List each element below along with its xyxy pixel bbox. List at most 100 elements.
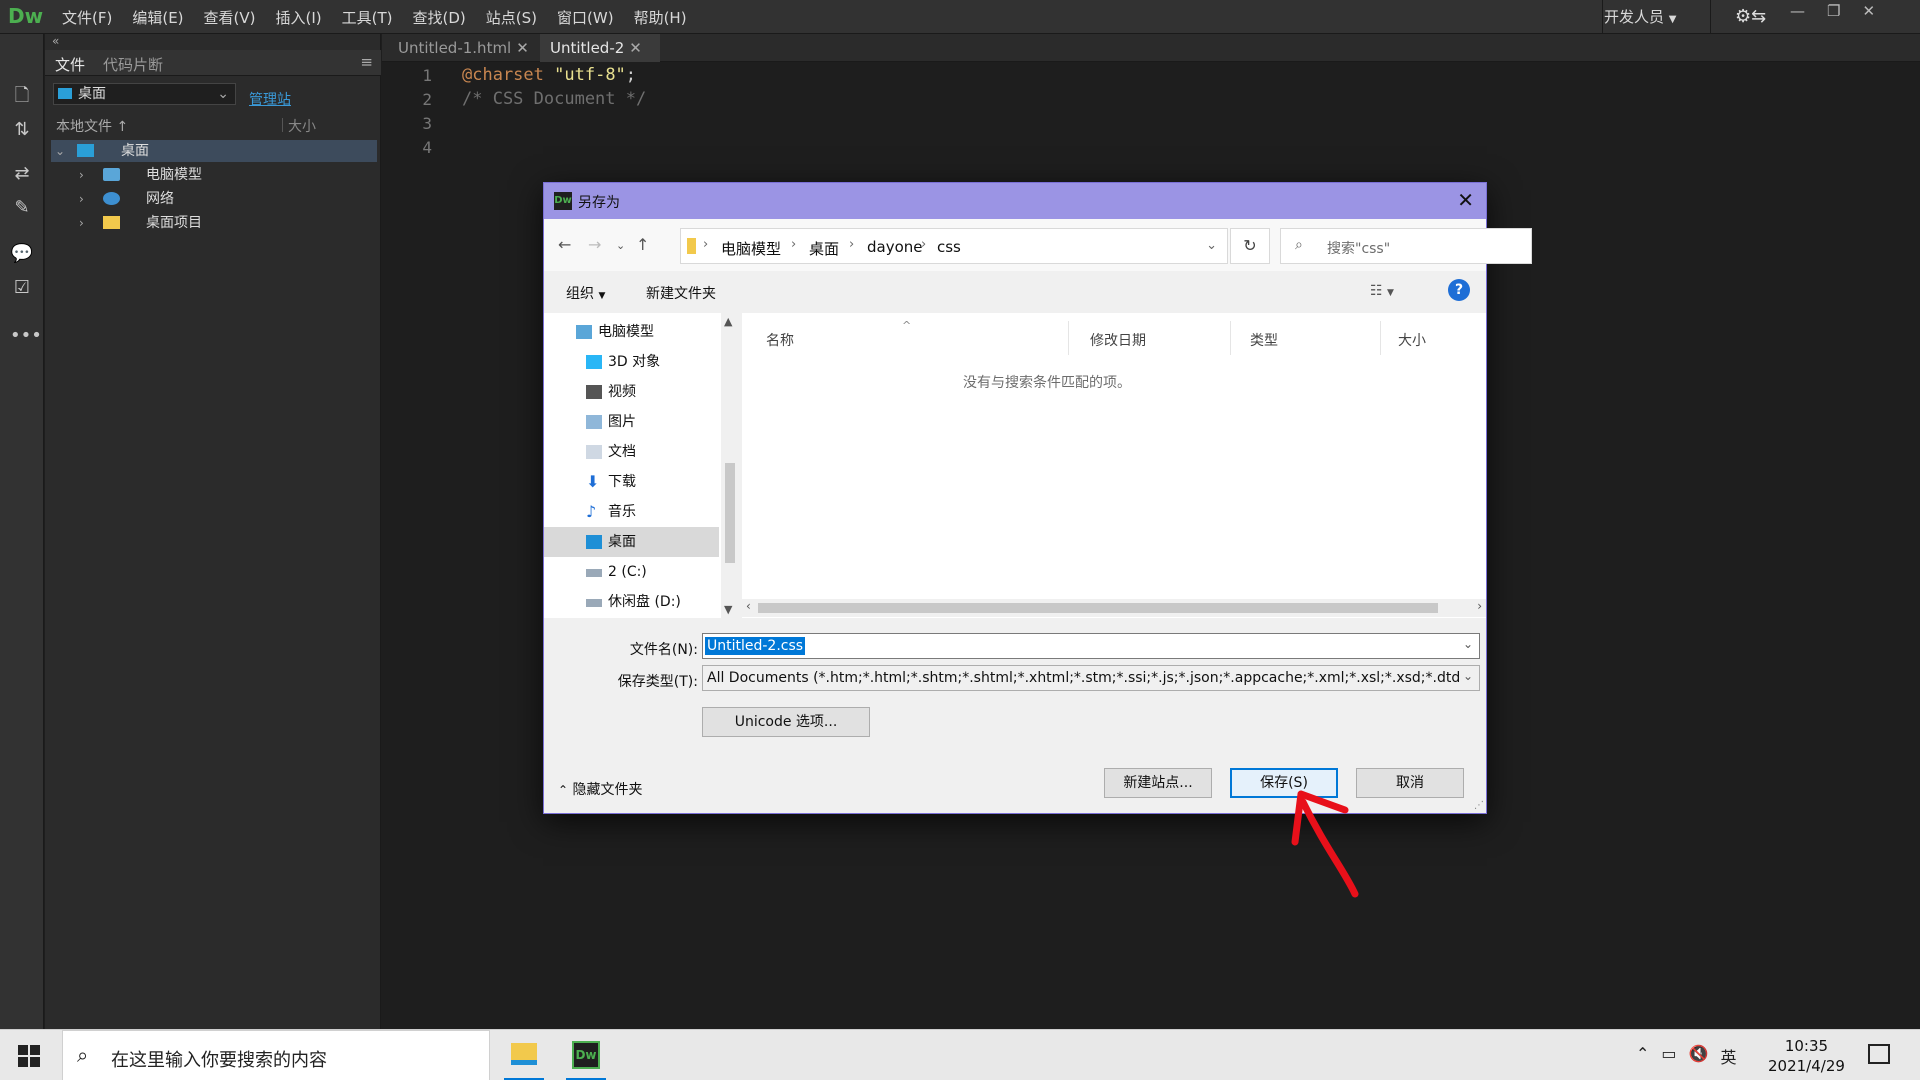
- tree-item-network[interactable]: › 网络: [51, 188, 377, 210]
- nav-item-3d-objects[interactable]: 3D 对象: [544, 347, 719, 377]
- workspace-selector[interactable]: 开发人员 ▼: [1604, 6, 1677, 27]
- validate-icon[interactable]: ☑: [10, 276, 34, 300]
- menu-view[interactable]: 查看(V): [194, 7, 266, 28]
- column-size[interactable]: 大小: [1398, 330, 1426, 350]
- chevron-down-icon[interactable]: ▼: [724, 603, 732, 616]
- nav-item-computer[interactable]: 电脑模型: [544, 317, 719, 347]
- new-site-button[interactable]: 新建站点...: [1104, 768, 1212, 798]
- minimize-icon[interactable]: —: [1790, 2, 1805, 20]
- column-name[interactable]: 名称: [766, 330, 794, 350]
- nav-item-desktop[interactable]: 桌面: [544, 527, 719, 557]
- menu-tools[interactable]: 工具(T): [332, 7, 403, 28]
- file-transfer-icon[interactable]: ⇅: [10, 118, 34, 142]
- windows-start-icon[interactable]: [18, 1045, 40, 1067]
- site-select[interactable]: 桌面 ⌄: [53, 83, 236, 105]
- tree-item-desktop[interactable]: ⌄ 桌面: [51, 140, 377, 162]
- scrollbar-thumb[interactable]: [725, 463, 735, 563]
- help-icon[interactable]: ?: [1448, 279, 1470, 301]
- restore-icon[interactable]: ❐: [1827, 2, 1840, 20]
- file-list[interactable]: ^ 名称 修改日期 类型 大小 没有与搜索条件匹配的项。: [742, 313, 1486, 618]
- file-list-horizontal-scrollbar[interactable]: ‹ ›: [742, 599, 1486, 617]
- file-explorer-icon[interactable]: [498, 1030, 550, 1080]
- comment-icon[interactable]: 💬: [10, 242, 34, 266]
- search-icon: ⌕: [1295, 237, 1303, 253]
- up-icon[interactable]: ↑: [636, 235, 649, 254]
- manage-sites-link[interactable]: 管理站: [249, 89, 291, 109]
- unicode-options-button[interactable]: Unicode 选项...: [702, 707, 870, 737]
- menu-site[interactable]: 站点(S): [476, 7, 547, 28]
- chevron-left-icon[interactable]: ‹: [746, 599, 751, 613]
- back-icon[interactable]: ←: [558, 235, 571, 254]
- sort-up-icon: ↑: [116, 119, 129, 135]
- nav-item-music[interactable]: ♪ 音乐: [544, 497, 719, 527]
- line-number: 4: [422, 138, 432, 157]
- chevron-right-icon[interactable]: ›: [1477, 599, 1482, 613]
- new-folder-button[interactable]: 新建文件夹: [646, 283, 716, 303]
- breadcrumb-dayone[interactable]: dayone: [867, 238, 923, 256]
- nav-item-drive-c[interactable]: 2 (C:): [544, 557, 719, 587]
- chevron-down-icon[interactable]: ⌄: [1463, 637, 1473, 651]
- search-input[interactable]: ⌕ 搜索"css": [1280, 228, 1532, 264]
- menu-file[interactable]: 文件(F): [52, 7, 122, 28]
- split-view-icon[interactable]: ⇄: [10, 162, 34, 186]
- column-type[interactable]: 类型: [1250, 330, 1278, 350]
- tab-untitled-2[interactable]: Untitled-2 ✕: [540, 34, 660, 62]
- battery-icon[interactable]: ▭: [1661, 1044, 1676, 1068]
- chevron-up-icon[interactable]: ▲: [724, 315, 732, 328]
- more-icon[interactable]: •••: [10, 324, 42, 348]
- ime-indicator[interactable]: 英: [1720, 1044, 1736, 1068]
- address-bar[interactable]: › 电脑模型 › 桌面 › dayone › css ⌄: [680, 228, 1228, 264]
- recent-locations-icon[interactable]: ⌄: [616, 239, 625, 252]
- tab-files[interactable]: 文件: [55, 54, 85, 75]
- menu-window[interactable]: 窗口(W): [547, 7, 624, 28]
- breadcrumb-desktop[interactable]: 桌面: [809, 238, 839, 259]
- column-size[interactable]: 大小: [288, 116, 316, 136]
- chevron-down-icon: ⌄: [55, 144, 66, 158]
- taskbar-search-input[interactable]: ⌕ 在这里输入你要搜索的内容: [62, 1030, 490, 1080]
- menu-insert[interactable]: 插入(I): [266, 7, 332, 28]
- tree-item-desktop-items[interactable]: › 桌面项目: [51, 212, 377, 234]
- close-icon[interactable]: ✕: [1862, 2, 1875, 20]
- tree-item-computer[interactable]: › 电脑模型: [51, 164, 377, 186]
- tab-untitled-1[interactable]: Untitled-1.html ✕: [388, 34, 539, 62]
- network-icon: [103, 192, 120, 205]
- tab-snippets[interactable]: 代码片断: [103, 54, 163, 75]
- nav-pane-scrollbar[interactable]: ▲ ▼: [721, 313, 739, 618]
- nav-item-drive-d[interactable]: 休闲盘 (D:): [544, 587, 719, 617]
- menu-edit[interactable]: 编辑(E): [122, 7, 193, 28]
- filename-input[interactable]: Untitled-2.css ⌄: [702, 633, 1480, 659]
- breadcrumb-css[interactable]: css: [937, 238, 961, 256]
- volume-muted-icon[interactable]: 🔇: [1689, 1044, 1709, 1068]
- resize-grip-icon[interactable]: ⋰: [1474, 800, 1484, 811]
- filename-value: Untitled-2.css: [705, 637, 806, 655]
- breadcrumb-computer[interactable]: 电脑模型: [721, 238, 781, 259]
- close-icon[interactable]: ✕: [1457, 188, 1474, 212]
- organize-button[interactable]: 组织 ▼: [566, 283, 605, 303]
- hide-folders-button[interactable]: ⌃ 隐藏文件夹: [558, 779, 643, 799]
- view-options-icon[interactable]: ☷ ▼: [1370, 283, 1394, 299]
- filetype-select[interactable]: All Documents (*.htm;*.html;*.shtm;*.sht…: [702, 665, 1480, 691]
- nav-item-pictures[interactable]: 图片: [544, 407, 719, 437]
- column-modified-date[interactable]: 修改日期: [1090, 330, 1146, 350]
- close-tab-icon[interactable]: ✕: [629, 39, 642, 57]
- menu-find[interactable]: 查找(D): [403, 7, 476, 28]
- chevron-down-icon[interactable]: ⌄: [1206, 238, 1217, 253]
- collapse-panel-icon[interactable]: «: [52, 34, 59, 48]
- column-local-files[interactable]: 本地文件 ↑: [56, 116, 128, 136]
- nav-item-documents[interactable]: 文档: [544, 437, 719, 467]
- menu-help[interactable]: 帮助(H): [624, 7, 697, 28]
- refresh-icon[interactable]: ↻: [1230, 228, 1270, 264]
- nav-item-downloads[interactable]: ⬇ 下载: [544, 467, 719, 497]
- clock[interactable]: 10:35 2021/4/29: [1768, 1036, 1845, 1076]
- forward-icon[interactable]: →: [588, 235, 601, 254]
- chevron-up-icon[interactable]: ⌃: [1636, 1044, 1649, 1068]
- close-tab-icon[interactable]: ✕: [516, 39, 529, 57]
- dreamweaver-taskbar-icon[interactable]: Dw: [560, 1030, 612, 1080]
- format-brush-icon[interactable]: ✎: [10, 196, 34, 220]
- notification-center-icon[interactable]: [1868, 1044, 1890, 1064]
- scrollbar-thumb[interactable]: [758, 603, 1438, 613]
- nav-item-videos[interactable]: 视频: [544, 377, 719, 407]
- sync-settings-gear-icon[interactable]: ⚙⇆: [1735, 6, 1766, 27]
- new-document-icon[interactable]: 🗋: [10, 84, 34, 108]
- panel-menu-icon[interactable]: ≡: [360, 53, 373, 71]
